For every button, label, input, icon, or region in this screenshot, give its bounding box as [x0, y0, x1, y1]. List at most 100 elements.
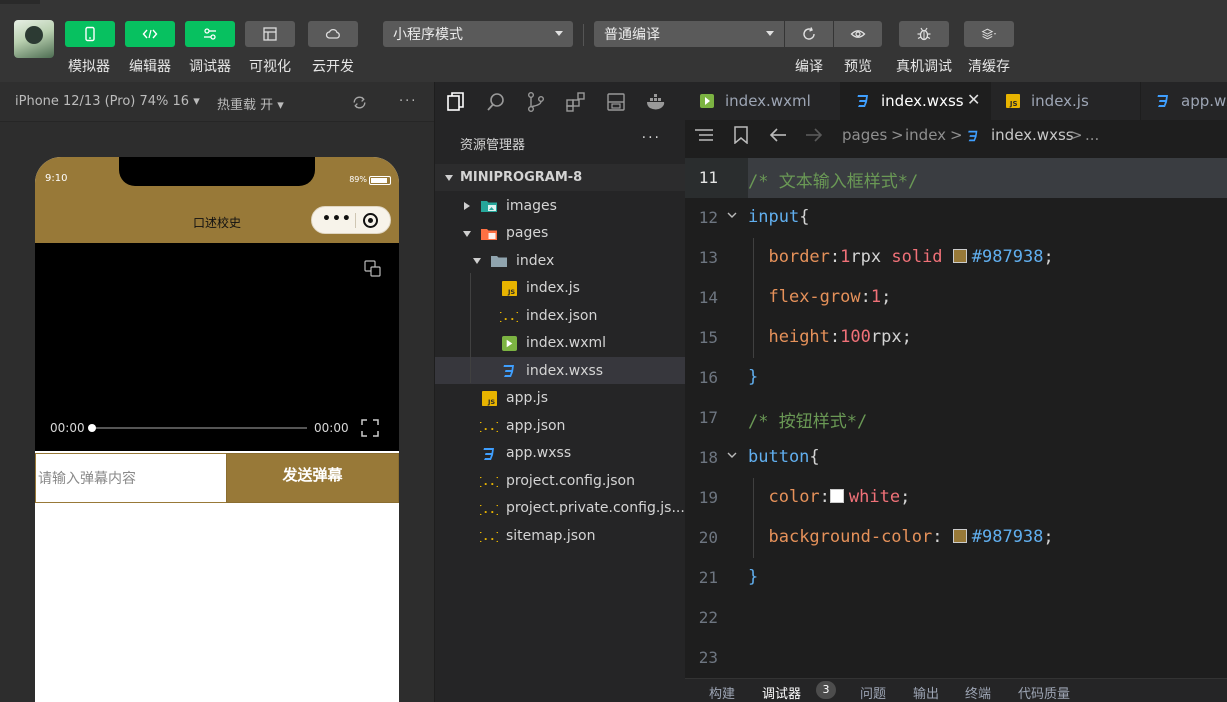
chevron-right-icon[interactable]: [462, 201, 472, 211]
line-number: 21: [698, 568, 718, 587]
compile-select[interactable]: 普通编译: [594, 21, 784, 47]
remote-debug-button[interactable]: [899, 21, 949, 47]
tree-indent-guide: [470, 273, 471, 383]
tab-debugger[interactable]: 调试器: [762, 683, 801, 702]
color-swatch[interactable]: [952, 529, 967, 543]
more-dots-icon[interactable]: •••: [322, 211, 352, 227]
color-swatch[interactable]: [829, 489, 844, 503]
tab-app-wxss[interactable]: app.wxss: [1141, 82, 1227, 120]
back-arrow-icon[interactable]: [769, 128, 787, 142]
fold-chevron-icon[interactable]: [727, 210, 737, 220]
fullscreen-icon[interactable]: [361, 419, 379, 437]
tree-item-sitemap-json[interactable]: {..} sitemap.json: [435, 522, 686, 549]
json-file-icon: {..}: [480, 527, 498, 545]
tree-item-label: app.wxss: [506, 445, 572, 461]
tree-item-project-private-config-js[interactable]: {..} project.private.config.js...: [435, 495, 686, 522]
tree-item-index-json[interactable]: {..} index.json: [435, 302, 686, 329]
tab-output[interactable]: 输出: [913, 683, 939, 702]
cloud-dev-button[interactable]: [308, 21, 358, 47]
mode-select[interactable]: 小程序模式: [383, 21, 573, 47]
search-icon[interactable]: [485, 91, 507, 113]
close-tab-icon[interactable]: ✕: [967, 90, 980, 109]
tree-item-index-wxss[interactable]: index.wxss: [435, 357, 686, 384]
tab-index-wxml[interactable]: index.wxml: [685, 82, 841, 120]
svg-text:JS: JS: [1009, 100, 1018, 108]
storage-icon[interactable]: [605, 91, 627, 113]
activity-bar: [435, 82, 686, 122]
list-icon[interactable]: [695, 128, 713, 142]
project-name: MINIPROGRAM-8: [460, 170, 583, 185]
code-colon: :: [819, 487, 830, 507]
code-semicolon: ;: [881, 287, 892, 307]
tree-item-app-wxss[interactable]: app.wxss: [435, 440, 686, 467]
code-brace: }: [748, 367, 759, 387]
tree-item-index-js[interactable]: JS index.js: [435, 275, 686, 302]
wxml-file-icon: [500, 335, 518, 353]
tree-item-pages[interactable]: pages: [435, 220, 686, 247]
video-progress-knob[interactable]: [88, 424, 96, 432]
tab-index-wxss[interactable]: index.wxss ✕: [841, 82, 991, 120]
user-avatar[interactable]: [14, 20, 54, 58]
js-file-icon: JS: [480, 390, 498, 408]
hot-reload-toggle[interactable]: 热重载 开 ▾: [217, 94, 284, 113]
chevron-down-icon[interactable]: [472, 256, 482, 266]
clear-cache-button[interactable]: [964, 21, 1014, 47]
forward-arrow-icon[interactable]: [805, 128, 823, 142]
danmu-input[interactable]: 请输入弹幕内容: [35, 453, 227, 503]
tree-item-app-json[interactable]: {..} app.json: [435, 412, 686, 439]
code-line: 20 background-color: #987938;: [685, 518, 1227, 558]
video-player[interactable]: 00:00 00:00: [35, 243, 399, 451]
breadcrumb-file[interactable]: index.wxss: [991, 126, 1074, 144]
debugger-count-badge: 3: [816, 681, 836, 699]
close-miniprogram-icon[interactable]: [363, 213, 378, 228]
tree-item-app-js[interactable]: JS app.js: [435, 385, 686, 412]
rotate-icon[interactable]: [351, 94, 368, 111]
video-progress-track[interactable]: [92, 427, 307, 429]
json-file-icon: {..}: [480, 417, 498, 435]
tab-problems[interactable]: 问题: [860, 683, 886, 702]
bookmark-icon[interactable]: [734, 126, 748, 144]
send-danmu-button[interactable]: 发送弹幕: [226, 453, 399, 503]
tab-label: index.js: [1031, 92, 1089, 110]
breadcrumb-pages[interactable]: pages: [842, 126, 887, 144]
source-control-icon[interactable]: [525, 91, 547, 113]
project-header[interactable]: MINIPROGRAM-8: [435, 164, 686, 191]
editor-toggle-button[interactable]: [125, 21, 175, 47]
picture-in-picture-icon[interactable]: [364, 260, 382, 278]
extensions-icon[interactable]: [565, 91, 587, 113]
line-number: 15: [698, 328, 718, 347]
code-unit: rpx: [850, 247, 892, 267]
tab-terminal[interactable]: 终端: [965, 683, 991, 702]
debugger-toggle-button[interactable]: [185, 21, 235, 47]
tree-item-label: index.wxml: [526, 335, 607, 351]
tab-build[interactable]: 构建: [709, 683, 735, 702]
tree-item-index[interactable]: index: [435, 247, 686, 274]
simulator-toggle-button[interactable]: [65, 21, 115, 47]
docker-icon[interactable]: [645, 91, 667, 113]
svg-text:{..}: {..}: [500, 310, 518, 323]
code-property: color: [768, 487, 820, 507]
tab-code-quality[interactable]: 代码质量: [1018, 683, 1070, 702]
simulator-more-button[interactable]: ···: [399, 94, 417, 109]
tree-item-label: sitemap.json: [506, 527, 596, 544]
breadcrumb-more[interactable]: ...: [1085, 126, 1099, 144]
fold-chevron-icon[interactable]: [727, 450, 737, 460]
svg-text:{..}: {..}: [480, 530, 498, 543]
explorer-more-button[interactable]: ···: [642, 130, 661, 146]
files-icon[interactable]: [445, 91, 467, 113]
code-brace: {: [809, 447, 820, 467]
menu-capsule[interactable]: •••: [311, 206, 391, 234]
compile-button[interactable]: [785, 21, 833, 47]
preview-button[interactable]: [834, 21, 882, 47]
tree-item-images[interactable]: images: [435, 192, 686, 219]
tree-item-project-config-json[interactable]: {..} project.config.json: [435, 467, 686, 494]
device-select[interactable]: iPhone 12/13 (Pro) 74% 16 ▾: [15, 94, 200, 109]
breadcrumb-index[interactable]: index: [905, 126, 946, 144]
visual-toggle-button[interactable]: [245, 21, 295, 47]
code-property: height: [768, 327, 830, 347]
color-swatch[interactable]: [952, 249, 967, 263]
chevron-down-icon[interactable]: [462, 229, 472, 239]
code-color-value: #987938: [971, 527, 1044, 547]
tree-item-index-wxml[interactable]: index.wxml: [435, 330, 686, 357]
tab-index-js[interactable]: JS index.js: [991, 82, 1141, 120]
